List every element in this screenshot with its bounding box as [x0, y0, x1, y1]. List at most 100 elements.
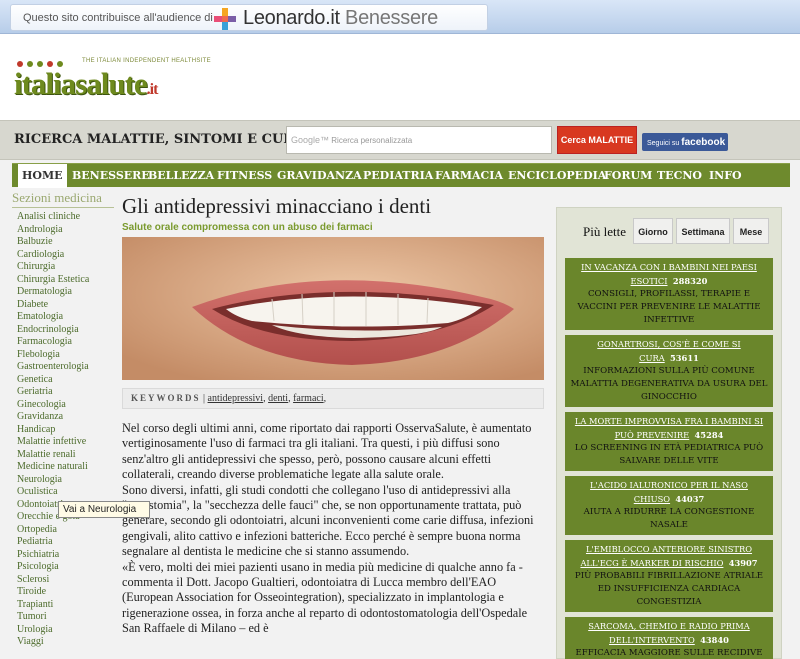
sidebar-link[interactable]: Chirurgia [17, 261, 112, 274]
most-read-count: 53611 [670, 353, 699, 363]
google-mark: Google™ [291, 135, 330, 145]
article-body: Nel corso degli ultimi anni, come riport… [122, 421, 542, 637]
nav-gravidanza[interactable]: GRAVIDANZA [277, 164, 362, 188]
nav-home[interactable]: HOME [18, 164, 67, 188]
sidebar-link[interactable]: Diabete [17, 299, 112, 312]
sidebar-link[interactable]: Viaggi [17, 636, 112, 649]
most-read-count: 43840 [700, 635, 729, 645]
sidebar-link[interactable]: Farmacologia [17, 336, 112, 349]
sidebar-link[interactable]: Ortopedia [17, 524, 112, 537]
most-read-panel: Più lette Giorno Settimana Mese IN VACAN… [556, 207, 782, 659]
leonardo-logo[interactable]: Leonardo.it Benessere [243, 7, 438, 30]
sidebar-link[interactable]: Tumori [17, 611, 112, 624]
nav-enciclopedia[interactable]: ENCICLOPEDIA [508, 164, 606, 188]
sidebar-link[interactable]: Genetica [17, 374, 112, 387]
most-read-title[interactable]: IN VACANZA CON I BAMBINI NEI PAESI ESOTI… [581, 262, 757, 286]
leonardo-bar: Questo sito contribuisce all'audience di… [0, 0, 800, 34]
most-read-description: LO SCREENING IN ETÀ PEDIATRICA PUÒ SALVA… [574, 443, 764, 466]
sidebar-link[interactable]: Gravidanza [17, 411, 112, 424]
article-image [122, 237, 544, 380]
most-read-item[interactable]: IN VACANZA CON I BAMBINI NEI PAESI ESOTI… [565, 258, 773, 330]
sidebar-link[interactable]: Analisi cliniche [17, 211, 112, 224]
logo-tld: .it [146, 81, 159, 98]
sidebar-link[interactable]: Psichiatria [17, 549, 112, 562]
most-read-list: IN VACANZA CON I BAMBINI NEI PAESI ESOTI… [565, 258, 773, 659]
sidebar-link[interactable]: Oculistica [17, 486, 112, 499]
most-read-description: EFFICACIA MAGGIORE SULLE RECIDIVE [575, 648, 763, 658]
search-input[interactable]: Google™ Ricerca personalizzata [286, 126, 552, 154]
sidebar-link[interactable]: Chirurgia Estetica [17, 274, 112, 287]
keywords-label: KEYWORDS [131, 393, 201, 403]
most-read-item[interactable]: L'EMIBLOCCO ANTERIORE SINISTRO ALL'ECG È… [565, 540, 773, 612]
leonardo-banner[interactable]: Questo sito contribuisce all'audience di… [10, 4, 488, 31]
most-read-title[interactable]: L'ACIDO IALURONICO PER IL NASO CHIUSO [590, 480, 748, 504]
sidebar-list: Analisi cliniche Andrologia Balbuzie Cardio… [12, 211, 112, 649]
most-read-title[interactable]: L'EMIBLOCCO ANTERIORE SINISTRO ALL'ECG È… [580, 544, 752, 568]
logo-name: italiasalute [14, 66, 148, 101]
facebook-prefix: Seguici su [647, 140, 680, 147]
sidebar-title: Sezioni medicina [12, 190, 114, 208]
most-read-description: CONSIGLI, PROFILASSI, TERAPIE E VACCINI … [577, 289, 761, 325]
article-paragraph: «È vero, molti dei miei pazienti usano i… [122, 559, 528, 636]
nav-pediatria[interactable]: PEDIATRIA [363, 164, 433, 188]
search-button[interactable]: Cerca MALATTIE [557, 126, 637, 154]
keywords-bar: KEYWORDS | antidepressivi, denti, farmac… [122, 388, 544, 409]
sidebar-link[interactable]: Geriatria [17, 386, 112, 399]
nav-forum[interactable]: FORUM [604, 164, 652, 188]
audience-message: Questo sito contribuisce all'audience di [23, 12, 213, 24]
sidebar-link[interactable]: Endocrinologia [17, 324, 112, 337]
link-tooltip: Vai a Neurologia [58, 501, 150, 518]
sidebar-sections: Sezioni medicina Analisi cliniche Androlo… [12, 190, 114, 659]
nav-fitness[interactable]: FITNESS [217, 164, 272, 188]
sidebar-link[interactable]: Ematologia [17, 311, 112, 324]
most-read-description: PIÙ PROBABILI FIBRILLAZIONE ATRIALE ED I… [574, 571, 764, 607]
facebook-follow-button[interactable]: Seguici su facebook [642, 133, 728, 151]
sidebar-link[interactable]: Dermatologia [17, 286, 112, 299]
tab-settimana[interactable]: Settimana [676, 218, 730, 244]
keyword-link[interactable]: antidepressivi [208, 393, 264, 404]
most-read-item[interactable]: L'ACIDO IALURONICO PER IL NASO CHIUSO 44… [565, 476, 773, 535]
most-read-description: AIUTA A RIDURRE LA CONGESTIONE NASALE [583, 507, 755, 530]
facebook-name: facebook [681, 137, 726, 148]
smile-illustration [122, 237, 544, 380]
keyword-link[interactable]: denti [268, 393, 288, 404]
nav-benessere[interactable]: BENESSERE [72, 164, 150, 188]
article-subtitle: Salute orale compromessa con un abuso de… [122, 222, 373, 233]
sidebar-link[interactable]: Malattie infettive [17, 436, 112, 449]
sidebar-link[interactable]: Medicine naturali [17, 461, 112, 474]
nav-farmacia[interactable]: FARMACIA [435, 164, 503, 188]
most-read-title[interactable]: GONARTROSI, COS'È E COME SI CURA [597, 339, 740, 363]
sidebar-link[interactable]: Pediatria [17, 536, 112, 549]
sidebar-link[interactable]: Psicologia [17, 561, 112, 574]
keyword-link[interactable]: farmaci [293, 393, 324, 404]
search-placeholder: Ricerca personalizzata [331, 136, 413, 145]
tab-mese[interactable]: Mese [733, 218, 769, 244]
tab-giorno[interactable]: Giorno [633, 218, 673, 244]
nav-bellezza[interactable]: BELLEZZA [148, 164, 214, 188]
most-read-count: 45284 [694, 430, 724, 440]
sidebar-link[interactable]: Tiroide [17, 586, 112, 599]
sidebar-link[interactable]: Andrologia [17, 224, 112, 237]
site-logo[interactable]: THE ITALIAN INDEPENDENT HEALTHSITE itali… [14, 58, 224, 110]
sidebar-link[interactable]: Trapianti [17, 599, 112, 612]
sidebar-link[interactable]: Ginecologia [17, 399, 112, 412]
sidebar-link[interactable]: Urologia [17, 624, 112, 637]
nav-tecno[interactable]: TECNO [657, 164, 702, 188]
sidebar-link[interactable]: Malattie renali [17, 449, 112, 462]
site-header: THE ITALIAN INDEPENDENT HEALTHSITE itali… [0, 34, 800, 120]
sidebar-link[interactable]: Handicap [17, 424, 112, 437]
sidebar-link[interactable]: Neurologia [17, 474, 112, 487]
sidebar-link[interactable]: Sclerosi [17, 574, 112, 587]
most-read-item[interactable]: SARCOMA, CHEMIO E RADIO PRIMA DELL'INTER… [565, 617, 773, 659]
nav-info[interactable]: INFO [709, 164, 742, 188]
search-bar: RICERCA MALATTIE, SINTOMI E CURE: Google… [0, 120, 800, 160]
sidebar-link[interactable]: Balbuzie [17, 236, 112, 249]
sidebar-link[interactable]: Gastroenterologia [17, 361, 112, 374]
most-read-count: 288320 [672, 276, 708, 286]
most-read-item[interactable]: GONARTROSI, COS'È E COME SI CURA 53611 IN… [565, 335, 773, 407]
sidebar-link[interactable]: Cardiologia [17, 249, 112, 262]
most-read-item[interactable]: LA MORTE IMPROVVISA FRA I BAMBINI SI PUÒ… [565, 412, 773, 471]
leonardo-brand: Leonardo.it [243, 7, 340, 29]
sidebar-link[interactable]: Flebologia [17, 349, 112, 362]
most-read-title[interactable]: LA MORTE IMPROVVISA FRA I BAMBINI SI PUÒ… [575, 416, 763, 440]
